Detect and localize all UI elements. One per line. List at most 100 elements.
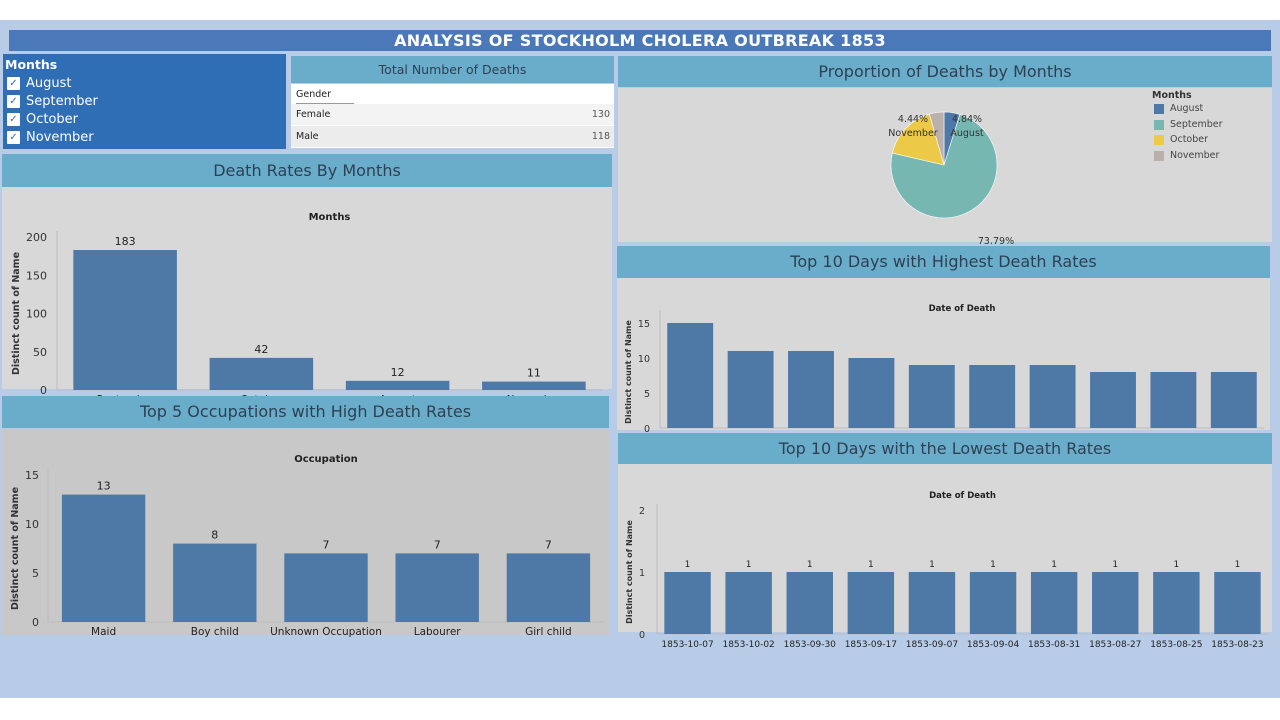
bar-value-label: 1 — [746, 560, 752, 570]
total-deaths-table: Gender Female 130 Male 118 — [291, 84, 614, 148]
table-row-female: Female 130 — [291, 104, 614, 125]
bar[interactable] — [1092, 572, 1139, 634]
bar-value-label: 1 — [807, 560, 813, 570]
x-tick-label: 1853-08-31 — [1028, 640, 1080, 650]
legend-swatch — [1154, 150, 1164, 161]
filter-item-label: November — [26, 129, 94, 145]
bar[interactable] — [786, 572, 833, 634]
y-tick-label: 200 — [26, 231, 47, 244]
bar[interactable] — [173, 543, 257, 622]
occupations-chart-header: Top 5 Occupations with High Death Rates — [2, 396, 609, 428]
row-label: Female — [296, 109, 331, 120]
x-tick-label: 1853-09-04 — [967, 640, 1020, 650]
bar-value-label: 1 — [1112, 560, 1118, 570]
y-tick-label: 10 — [25, 518, 39, 531]
x-tick-label: 1853-08-23 — [1211, 640, 1263, 650]
bar[interactable] — [1029, 365, 1076, 428]
low-days-bar-chart: Date of Death Distinct count of Name 0 1 2 1 1… — [625, 491, 1268, 650]
legend-item-november[interactable]: November — [1154, 150, 1219, 161]
legend-swatch — [1154, 119, 1164, 130]
bar[interactable] — [667, 323, 714, 428]
bar[interactable] — [395, 553, 479, 622]
filter-item-label: August — [26, 75, 72, 91]
bar[interactable] — [482, 381, 586, 390]
bar[interactable] — [345, 380, 450, 390]
pie-label-november: November — [888, 128, 938, 139]
filter-item-august[interactable]: ✓ August — [7, 75, 72, 91]
bar[interactable] — [848, 358, 895, 428]
checkbox-checked-icon[interactable]: ✓ — [7, 112, 20, 126]
bar[interactable] — [725, 572, 772, 634]
bar-value-label: 1 — [1235, 560, 1241, 570]
filter-item-october[interactable]: ✓ October — [7, 111, 78, 127]
checkbox-checked-icon[interactable]: ✓ — [7, 94, 20, 108]
dashboard-canvas: ANALYSIS OF STOCKHOLM CHOLERA OUTBREAK 1… — [0, 20, 1280, 698]
legend-title: Months — [1152, 90, 1192, 101]
bar[interactable] — [1090, 372, 1136, 428]
y-axis-label: Distinct count of Name — [625, 520, 634, 624]
legend-swatch — [1154, 134, 1164, 145]
legend-label: August — [1170, 103, 1204, 114]
bar[interactable] — [969, 572, 1017, 634]
bar-value-label: 12 — [391, 366, 405, 379]
column-header-gender: Gender — [296, 89, 332, 100]
row-label: Male — [296, 131, 319, 142]
pie-label-august: August — [950, 128, 984, 139]
bar-value-label: 13 — [97, 480, 111, 493]
chart-title: Date of Death — [929, 491, 996, 501]
bar[interactable] — [847, 572, 895, 634]
filter-item-label: October — [26, 111, 79, 127]
x-tick-label: Labourer — [414, 626, 462, 638]
top-days-chart-header: Top 10 Days with Highest Death Rates — [617, 246, 1270, 278]
y-tick-label: 0 — [639, 630, 645, 641]
bar[interactable] — [73, 250, 177, 390]
y-tick-label: 5 — [32, 567, 39, 580]
y-tick-label: 5 — [644, 389, 650, 400]
bar[interactable] — [61, 494, 146, 622]
bar[interactable] — [664, 572, 711, 634]
legend-item-september[interactable]: September — [1154, 119, 1223, 130]
bar[interactable] — [788, 351, 834, 428]
bar[interactable] — [506, 553, 591, 622]
x-tick-label: 1853-08-27 — [1089, 640, 1141, 650]
bar[interactable] — [1030, 572, 1078, 634]
bar[interactable] — [908, 365, 955, 428]
filter-item-november[interactable]: ✓ November — [7, 129, 94, 145]
bar-value-label: 11 — [527, 367, 541, 380]
bar-value-label: 1 — [685, 560, 691, 570]
legend-label: September — [1170, 119, 1223, 130]
dashboard-title: ANALYSIS OF STOCKHOLM CHOLERA OUTBREAK 1… — [9, 30, 1271, 51]
x-tick-label: 1853-09-17 — [845, 640, 897, 650]
bar[interactable] — [1210, 372, 1257, 428]
y-tick-label: 10 — [638, 354, 650, 365]
legend-item-august[interactable]: August — [1154, 103, 1203, 114]
bar[interactable] — [284, 553, 368, 622]
legend-label: November — [1170, 150, 1220, 161]
bar[interactable] — [969, 365, 1016, 428]
bar[interactable] — [209, 357, 314, 390]
y-tick-label: 2 — [639, 506, 645, 517]
x-tick-label: Girl child — [525, 626, 572, 638]
bar-value-label: 1 — [990, 560, 996, 570]
occupations-bar-chart: Occupation Distinct count of Name 0 5 10 15 13… — [10, 454, 604, 638]
filter-title: Months — [5, 57, 58, 72]
bar[interactable] — [1150, 372, 1197, 428]
y-tick-label: 15 — [638, 319, 650, 330]
x-tick-label: 1853-09-07 — [906, 640, 958, 650]
filter-item-september[interactable]: ✓ September — [7, 93, 98, 109]
x-tick-label: Maid — [91, 626, 116, 638]
bar-value-label: 7 — [545, 538, 552, 551]
checkbox-checked-icon[interactable]: ✓ — [7, 76, 20, 90]
chart-title: Date of Death — [929, 304, 996, 314]
checkbox-checked-icon[interactable]: ✓ — [7, 130, 20, 144]
bar[interactable] — [908, 572, 956, 634]
x-tick-label: 1853-10-02 — [722, 640, 774, 650]
x-tick-label: 1853-10-07 — [661, 640, 713, 650]
low-days-chart-header: Top 10 Days with the Lowest Death Rates — [618, 433, 1272, 464]
bar[interactable] — [727, 351, 774, 428]
x-tick-label: Unknown Occupation — [270, 626, 382, 638]
bar[interactable] — [1214, 572, 1261, 634]
x-tick-label: 1853-08-25 — [1150, 640, 1202, 650]
bar[interactable] — [1153, 572, 1200, 634]
legend-item-october[interactable]: October — [1154, 134, 1208, 145]
